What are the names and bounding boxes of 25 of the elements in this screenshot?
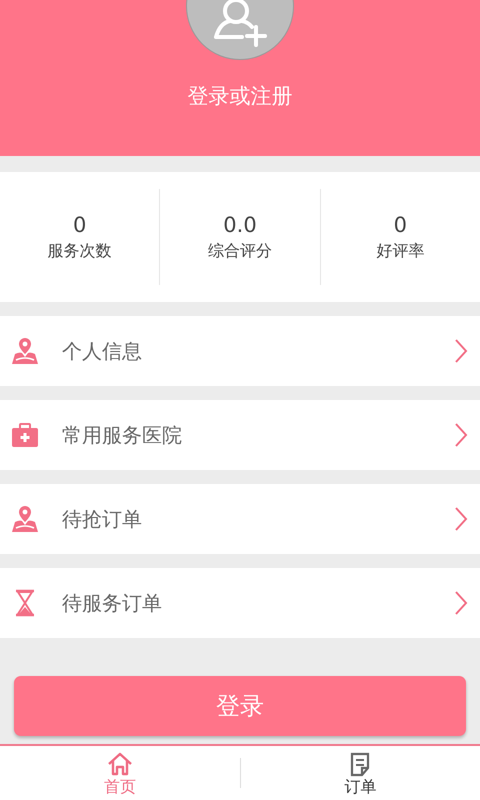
chevron-right-icon xyxy=(454,506,468,532)
stat-label: 综合评分 xyxy=(208,240,272,262)
menu-label: 常用服务医院 xyxy=(62,422,183,448)
menu-row[interactable]: 待服务订单 xyxy=(0,568,480,638)
tab[interactable]: 订单 xyxy=(240,748,480,798)
menu-row[interactable]: 常用服务医院 xyxy=(0,400,480,470)
menu-label: 待抢订单 xyxy=(62,506,143,532)
tab[interactable]: 首页 xyxy=(0,748,240,798)
stat-label: 好评率 xyxy=(376,240,424,262)
chevron-right-icon xyxy=(454,422,468,448)
medical-kit-icon xyxy=(10,420,40,450)
stat-value: 0.0 xyxy=(223,212,257,236)
location-person-icon xyxy=(10,336,40,366)
add-user-icon xyxy=(212,0,268,47)
menu-label: 个人信息 xyxy=(62,338,143,364)
home-icon xyxy=(106,750,134,776)
stat-value: 0 xyxy=(394,212,407,236)
chevron-right-icon xyxy=(454,590,468,616)
menu-row[interactable]: 待抢订单 xyxy=(0,484,480,554)
stat-value: 0 xyxy=(72,212,86,236)
menu-row[interactable]: 个人信息 xyxy=(0,316,480,386)
chevron-right-icon xyxy=(454,338,468,364)
location-person-icon xyxy=(10,504,40,534)
menu-label: 待服务订单 xyxy=(62,590,163,616)
stat-label: 服务次数 xyxy=(48,240,112,262)
